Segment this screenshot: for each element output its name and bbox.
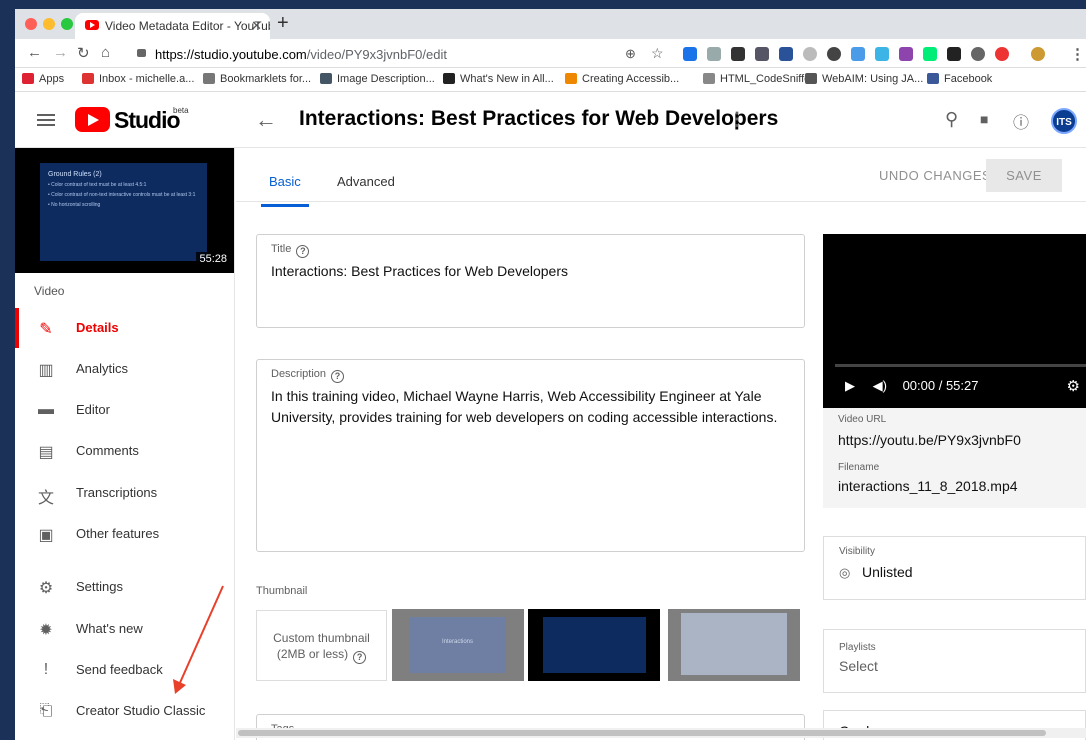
thumbnail-option-3[interactable] [668, 609, 800, 681]
help-icon[interactable]: ? [296, 245, 310, 258]
bookmark-item[interactable]: HTML_CodeSniffer [703, 73, 814, 85]
progress-bar[interactable] [835, 364, 1086, 367]
description-label: Description? [271, 368, 345, 383]
bookmark-label: WebAIM: Using JA... [822, 73, 924, 85]
bookmark-item[interactable]: What's New in All... [443, 73, 554, 85]
extension-icon[interactable] [803, 47, 817, 61]
description-field[interactable]: Description? In this training video, Mic… [256, 359, 805, 552]
settings-gear-icon[interactable]: ⚙ [1067, 377, 1080, 395]
browser-window: Video Metadata Editor - YouTube ✕ + ← → … [15, 9, 1086, 740]
playlists-label: Playlists [839, 642, 876, 653]
playlists-select[interactable]: Playlists Select [823, 629, 1086, 693]
eye-off-icon: ◎ [839, 565, 851, 580]
extension-icon[interactable] [755, 47, 769, 61]
tab-advanced[interactable]: Advanced [337, 174, 395, 189]
custom-thumbnail-text: Custom thumbnail [273, 631, 370, 645]
main-content: Basic Advanced UNDO CHANGES SAVE Title? … [236, 148, 1086, 740]
extension-icon[interactable] [923, 47, 937, 61]
tab-strip: Basic Advanced UNDO CHANGES SAVE [236, 148, 1086, 207]
bookmark-label: Facebook [944, 73, 993, 85]
bookmark-item[interactable]: Facebook [927, 73, 992, 85]
title-field[interactable]: Title? Interactions: Best Practices for … [256, 234, 805, 328]
thumbnail-option-1[interactable]: Interactions [392, 609, 524, 681]
visibility-value: Unlisted [862, 564, 913, 580]
horizontal-scrollbar[interactable] [236, 728, 1086, 738]
profile-icon[interactable] [1031, 47, 1045, 61]
thumbnail-option-2-selected[interactable] [528, 609, 660, 681]
bookmark-label: Image Description... [337, 73, 435, 85]
create-video-icon[interactable]: ■ [980, 111, 988, 127]
video-player[interactable]: ▶ ◀) 00:00 / 55:27 ⚙ [823, 234, 1086, 408]
bookmark-icon [927, 73, 939, 84]
extension-icon[interactable] [947, 47, 961, 61]
custom-thumbnail-button[interactable]: Custom thumbnail (2MB or less)? [256, 610, 387, 681]
player-controls: ▶ ◀) 00:00 / 55:27 [845, 378, 978, 394]
title-label: Title? [271, 243, 310, 258]
bookmark-icon [320, 73, 332, 84]
filename-value: interactions_11_8_2018.mp4 [838, 478, 1018, 494]
extension-icon[interactable] [827, 47, 841, 61]
extension-icon[interactable] [899, 47, 913, 61]
url-path: /video/PY9x3jvnbF0/edit [306, 47, 447, 62]
bookmark-icon [805, 73, 817, 84]
extension-icon[interactable] [875, 47, 889, 61]
bookmark-icon [443, 73, 455, 84]
extension-icon[interactable] [683, 47, 697, 61]
avatar[interactable]: ITS [1051, 108, 1077, 134]
thumbnail-image [681, 613, 787, 675]
page-title: Interactions: Best Practices for Web Dev… [299, 107, 779, 130]
title-input[interactable]: Interactions: Best Practices for Web Dev… [271, 261, 568, 282]
video-url-link[interactable]: https://youtu.be/PY9x3jvnbF0 [838, 432, 1021, 448]
zoom-icon[interactable]: ⊕ [625, 46, 636, 62]
playlists-value: Select [839, 658, 878, 674]
bookmark-icon [703, 73, 715, 84]
bookmark-item[interactable]: Image Description... [320, 73, 435, 85]
extension-icon[interactable] [779, 47, 793, 61]
menu-icon[interactable]: ⋮ [1070, 45, 1085, 63]
thumbnail-image [543, 617, 646, 673]
help-icon[interactable]: ? [353, 651, 367, 664]
filename-label: Filename [838, 462, 880, 473]
bookmark-icon [565, 73, 577, 84]
new-tab-icon[interactable]: + [277, 12, 289, 35]
help-icon[interactable]: ⓘ [1013, 109, 1029, 133]
bookmark-item[interactable]: Creating Accessib... [565, 73, 679, 85]
bookmark-label: What's New in All... [460, 73, 554, 85]
custom-thumbnail-size: (2MB or less)? [257, 646, 386, 664]
visibility-label: Visibility [839, 546, 875, 557]
search-icon[interactable]: ⚲ [945, 109, 958, 130]
thumbnail-image: Interactions [409, 617, 506, 673]
play-icon[interactable]: ▶ [845, 378, 855, 393]
scrollbar-thumb[interactable] [238, 730, 1046, 736]
extension-icon[interactable] [731, 47, 745, 61]
volume-icon[interactable]: ◀) [873, 378, 887, 393]
video-url-label: Video URL [838, 414, 887, 425]
star-icon[interactable]: ☆ [651, 45, 664, 62]
time-display: 00:00 / 55:27 [902, 378, 979, 393]
extension-icon[interactable] [995, 47, 1009, 61]
extension-icon[interactable] [851, 47, 865, 61]
bookmark-label: Creating Accessib... [582, 73, 680, 85]
visibility-select[interactable]: Visibility ◎ Unlisted [823, 536, 1086, 600]
save-button[interactable]: SAVE [986, 159, 1062, 192]
extension-icon[interactable] [971, 47, 985, 61]
annotation-arrow [173, 585, 224, 694]
video-info: Video URL https://youtu.be/PY9x3jvnbF0 F… [823, 408, 1086, 508]
extension-icon[interactable] [707, 47, 721, 61]
more-options-icon[interactable]: ⋮ [728, 109, 746, 130]
bookmark-item[interactable]: WebAIM: Using JA... [805, 73, 923, 85]
bookmark-label: HTML_CodeSniffer [720, 73, 814, 85]
description-input[interactable]: In this training video, Michael Wayne Ha… [271, 386, 791, 428]
undo-changes-button[interactable]: UNDO CHANGES [879, 168, 991, 183]
help-icon[interactable]: ? [331, 370, 345, 383]
